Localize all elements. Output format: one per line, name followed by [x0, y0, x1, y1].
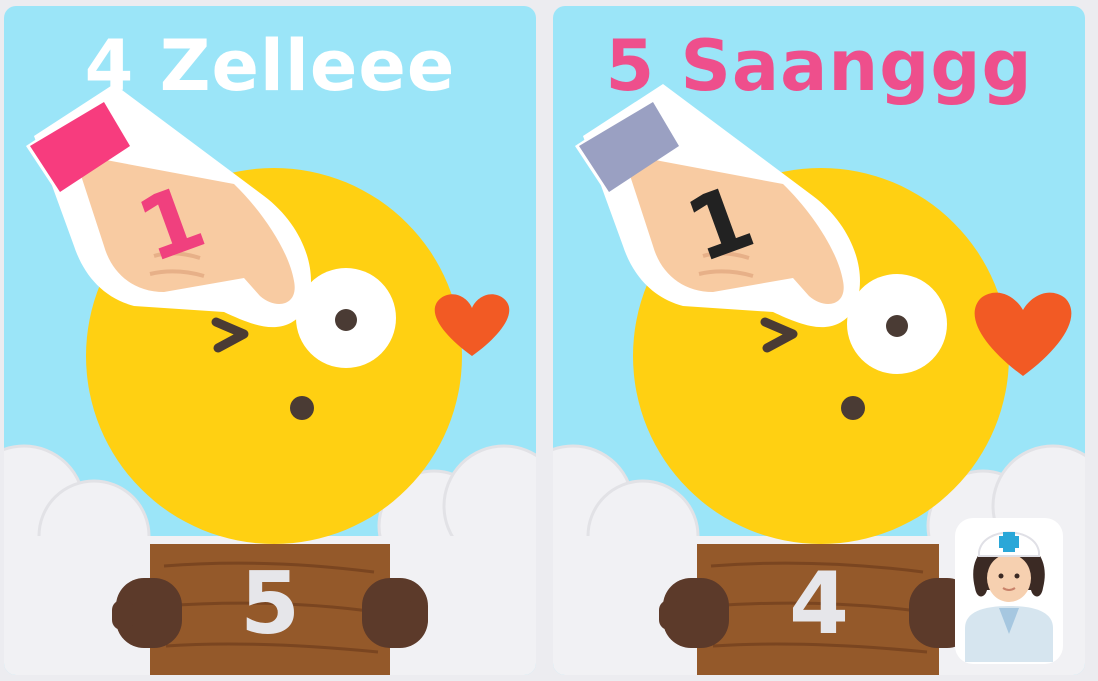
player-card-2[interactable]: 1 5 Saanggg 4: [553, 6, 1085, 675]
nurse-icon: [955, 518, 1063, 664]
player-name: 4 Zelleee: [84, 25, 456, 107]
pointing-hand-icon: 1: [575, 84, 860, 328]
player-name: 5 Saanggg: [605, 25, 1033, 107]
pointing-hand-icon: 1: [26, 84, 311, 328]
player-card-1[interactable]: 1 4 Zelleee 5: [4, 6, 536, 675]
board-number: 5: [240, 554, 300, 654]
